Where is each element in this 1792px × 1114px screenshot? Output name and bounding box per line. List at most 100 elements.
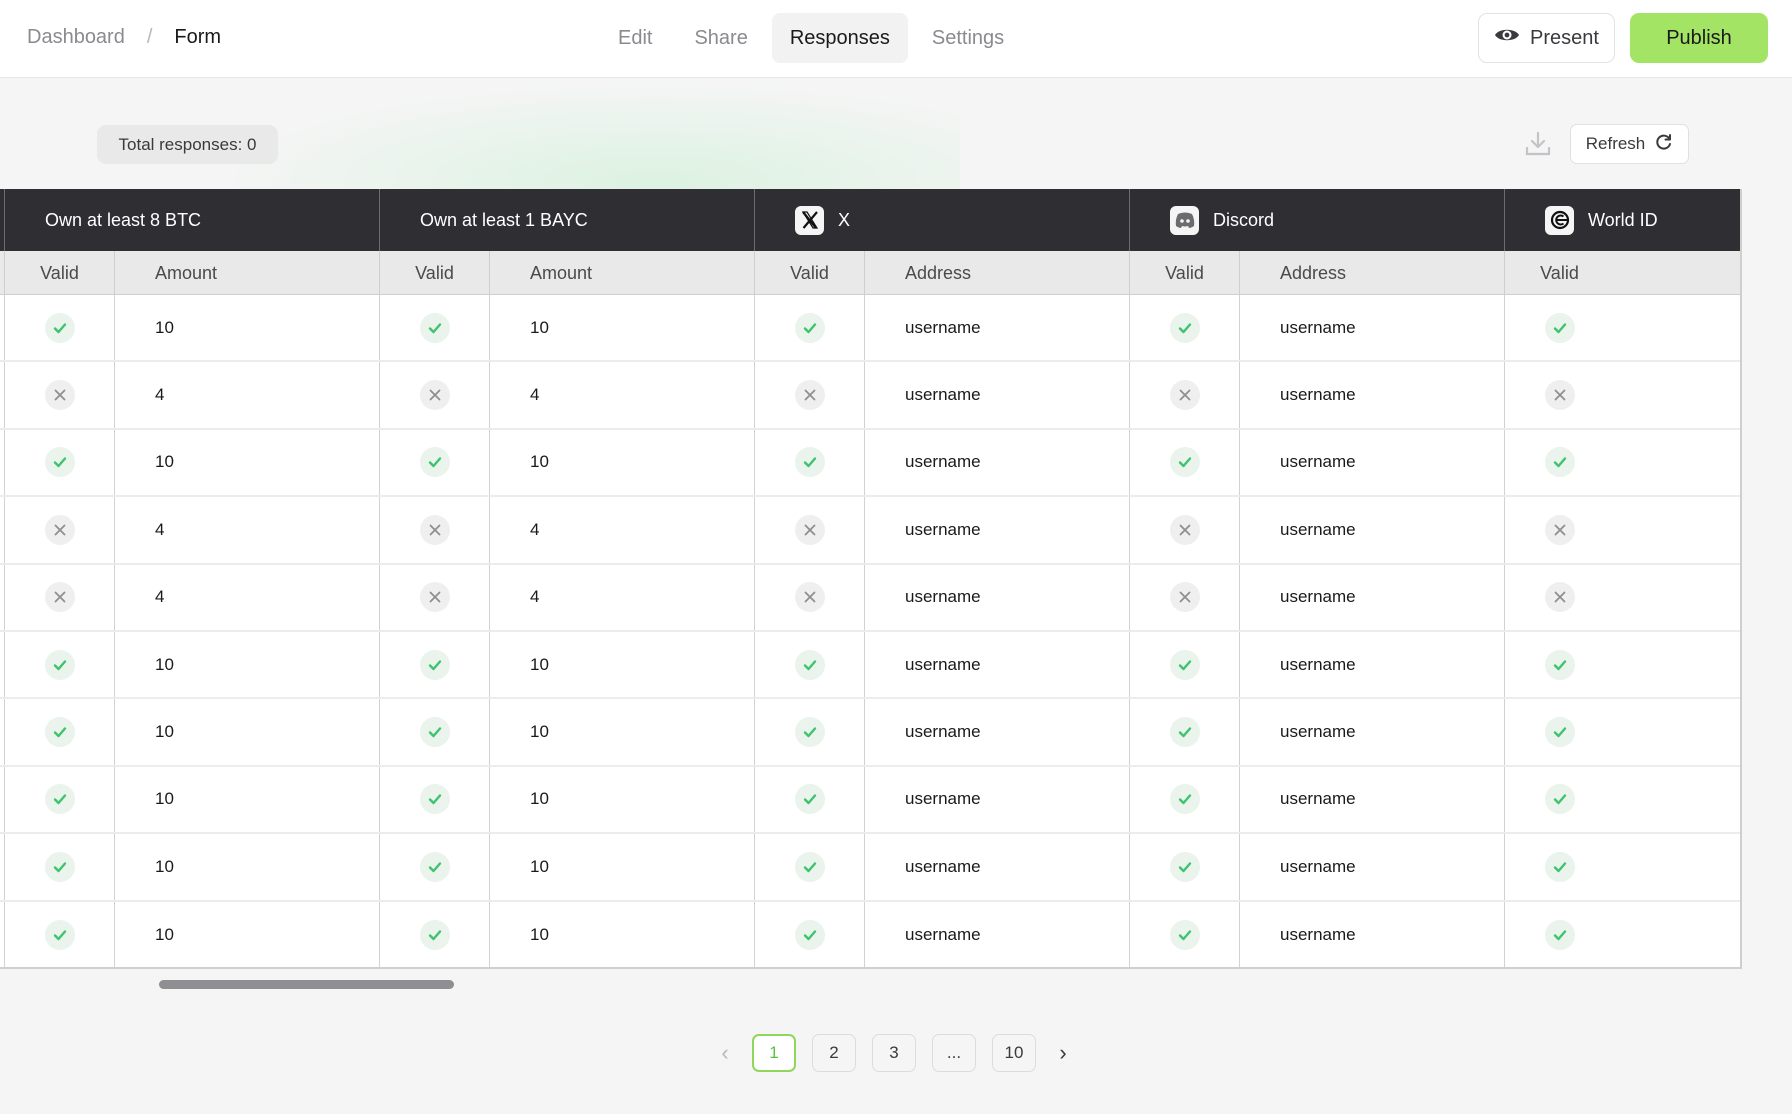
cell-btc-amount: 10 [114, 834, 379, 900]
cell-discord-address: username [1239, 362, 1504, 428]
check-icon [44, 312, 75, 343]
download-icon[interactable] [1524, 130, 1552, 158]
amount-value: 10 [155, 452, 174, 472]
x-logo-icon [795, 205, 824, 235]
cell-bayc-valid [379, 766, 489, 833]
cell-discord-valid [1129, 901, 1239, 967]
cell-x-valid [754, 564, 864, 630]
cell-discord-address: username [1239, 631, 1504, 698]
check-icon [419, 851, 450, 882]
cell-bayc-valid [379, 631, 489, 698]
table-row[interactable]: 10 10 username username [0, 631, 1740, 700]
table-row[interactable]: 4 4 username username [0, 362, 1740, 430]
table-row[interactable]: 10 10 username username [0, 901, 1740, 967]
cell-discord-valid [1129, 564, 1239, 630]
table-row[interactable]: 4 4 username username [0, 497, 1740, 565]
column-header-worldid-valid[interactable]: Valid [1504, 251, 1614, 295]
column-header-x-address[interactable]: Address [864, 251, 1129, 295]
check-icon [44, 717, 75, 748]
cell-bayc-amount: 4 [489, 564, 754, 630]
address-value: username [1280, 519, 1356, 539]
page-button-3[interactable]: 3 [872, 1033, 916, 1072]
check-icon [44, 447, 75, 478]
table-row[interactable]: 10 10 username username [0, 699, 1740, 767]
amount-value: 4 [530, 385, 540, 405]
cell-bayc-valid [379, 362, 489, 428]
cell-bayc-amount: 10 [489, 631, 754, 698]
cell-x-address: username [864, 766, 1129, 833]
amount-value: 10 [155, 317, 174, 337]
cell-x-valid [754, 834, 864, 900]
cross-icon [1545, 514, 1575, 545]
amount-value: 4 [530, 519, 540, 539]
cell-worldid-valid [1504, 834, 1740, 900]
group-header-x: X [754, 189, 1129, 251]
cell-x-address: username [864, 497, 1129, 563]
cell-bayc-amount: 4 [489, 362, 754, 428]
cell-x-valid [754, 497, 864, 563]
table-row[interactable]: 10 10 username username [0, 429, 1740, 498]
cell-x-valid [754, 429, 864, 496]
cell-btc-valid [4, 295, 114, 361]
check-icon [1545, 649, 1575, 680]
cell-x-valid [754, 631, 864, 698]
cross-icon [1169, 380, 1200, 411]
present-label: Present [1530, 26, 1599, 49]
check-icon [44, 784, 75, 815]
column-header-bayc-amount[interactable]: Amount [489, 251, 754, 295]
check-icon [44, 851, 75, 882]
chevron-left-icon[interactable]: ‹ [714, 1033, 736, 1072]
cell-x-address: username [864, 901, 1129, 967]
check-icon [1545, 784, 1575, 815]
table-row[interactable]: 4 4 username username [0, 564, 1740, 632]
page-ellipsis[interactable]: ... [932, 1033, 976, 1072]
cell-bayc-amount: 10 [489, 295, 754, 361]
table-row[interactable]: 10 10 username username [0, 834, 1740, 902]
breadcrumb-form: Form [174, 26, 222, 48]
cell-discord-address: username [1239, 766, 1504, 833]
breadcrumb-separator: / [146, 26, 153, 48]
tab-edit[interactable]: Edit [600, 13, 670, 63]
pagination: ‹ 1 2 3 ... 10 › [714, 1033, 1074, 1072]
table-row[interactable]: 10 10 username username [0, 766, 1740, 835]
chevron-right-icon[interactable]: › [1052, 1033, 1074, 1072]
address-value: username [905, 789, 981, 809]
column-header-bayc-valid[interactable]: Valid [379, 251, 489, 295]
column-header-x-valid[interactable]: Valid [754, 251, 864, 295]
refresh-button[interactable]: Refresh [1570, 124, 1689, 164]
check-icon [419, 784, 450, 815]
cell-discord-valid [1129, 834, 1239, 900]
address-value: username [905, 452, 981, 472]
check-icon [1545, 920, 1575, 951]
check-icon [1545, 312, 1575, 343]
publish-button[interactable]: Publish [1630, 13, 1768, 63]
horizontal-scrollbar[interactable] [159, 980, 454, 989]
check-icon [794, 784, 825, 815]
worldid-logo-icon [1545, 205, 1574, 235]
amount-value: 10 [155, 789, 174, 809]
cell-worldid-valid [1504, 429, 1740, 496]
check-icon [794, 649, 825, 680]
cell-discord-address: username [1239, 295, 1504, 361]
breadcrumb-dashboard[interactable]: Dashboard [27, 26, 125, 49]
tab-settings[interactable]: Settings [914, 13, 1022, 63]
column-header-discord-address[interactable]: Address [1239, 251, 1504, 295]
address-value: username [1280, 654, 1356, 674]
page-button-10[interactable]: 10 [992, 1033, 1036, 1072]
page-button-1[interactable]: 1 [752, 1033, 796, 1072]
address-value: username [1280, 317, 1356, 337]
tab-responses[interactable]: Responses [771, 13, 908, 63]
cross-icon [44, 514, 75, 545]
cell-x-valid [754, 295, 864, 361]
column-header-btc-valid[interactable]: Valid [4, 251, 114, 295]
cell-discord-address: username [1239, 497, 1504, 563]
amount-value: 4 [155, 519, 165, 539]
column-header-discord-valid[interactable]: Valid [1129, 251, 1239, 295]
present-button[interactable]: Present [1478, 13, 1615, 63]
table-row[interactable]: 10 10 username username [0, 295, 1740, 363]
column-header-btc-amount[interactable]: Amount [114, 251, 379, 295]
tab-share[interactable]: Share [676, 13, 765, 63]
page-button-2[interactable]: 2 [812, 1033, 856, 1072]
cross-icon [794, 582, 825, 613]
amount-value: 10 [530, 317, 549, 337]
